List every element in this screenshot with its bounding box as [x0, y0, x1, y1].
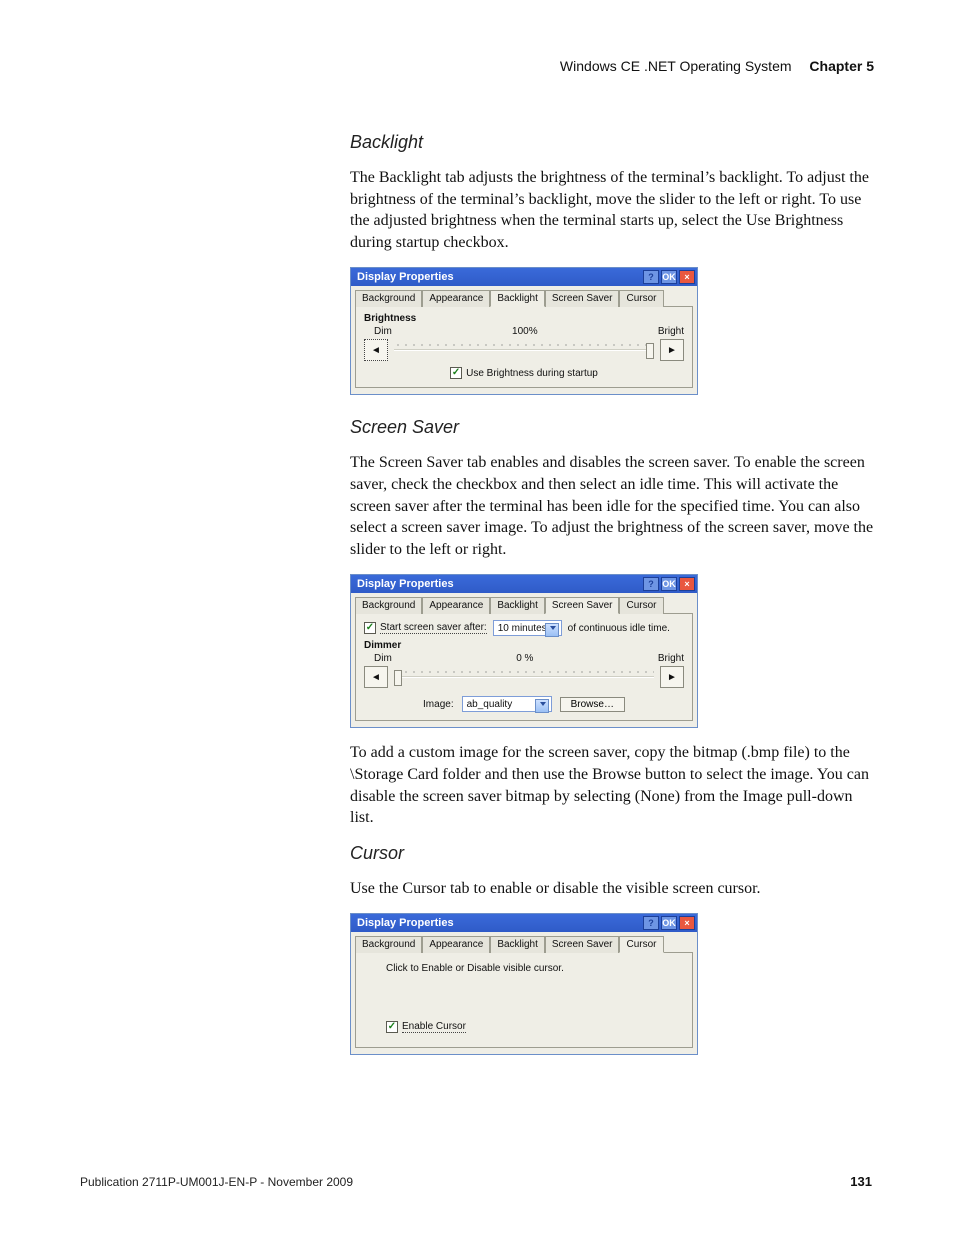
- bright-label: Bright: [658, 326, 684, 337]
- chevron-down-icon: [550, 626, 556, 630]
- screensaver-paragraph-2: To add a custom image for the screen sav…: [350, 742, 880, 828]
- backlight-paragraph: The Backlight tab adjusts the brightness…: [350, 167, 880, 253]
- image-select[interactable]: ab_quality: [462, 696, 552, 712]
- backlight-heading: Backlight: [350, 132, 880, 153]
- tab-appearance[interactable]: Appearance: [422, 290, 490, 307]
- ok-button[interactable]: OK: [661, 270, 677, 284]
- tab-backlight[interactable]: Backlight: [490, 290, 545, 307]
- idle-time-value: 10 minutes: [498, 623, 547, 634]
- help-button[interactable]: ?: [643, 270, 659, 284]
- ok-button[interactable]: OK: [661, 916, 677, 930]
- tab-background[interactable]: Background: [355, 290, 422, 307]
- image-label: Image:: [423, 699, 454, 710]
- image-value: ab_quality: [467, 699, 513, 710]
- tab-pane: Click to Enable or Disable visible curso…: [355, 952, 693, 1048]
- slider-thumb[interactable]: [394, 670, 402, 686]
- header-section: Windows CE .NET Operating System: [560, 58, 792, 74]
- browse-button[interactable]: Browse…: [560, 697, 625, 712]
- left-arrow-icon: ◄: [371, 345, 381, 356]
- brightness-group-label: Brightness: [364, 313, 684, 324]
- tab-strip: Background Appearance Backlight Screen S…: [351, 286, 697, 306]
- bright-arrow-button[interactable]: ►: [660, 666, 684, 688]
- percent-label: 0 %: [516, 653, 533, 664]
- close-button[interactable]: ×: [679, 577, 695, 591]
- close-button[interactable]: ×: [679, 916, 695, 930]
- header-chapter: Chapter 5: [809, 58, 874, 74]
- dialog-titlebar[interactable]: Display Properties ? OK ×: [351, 914, 697, 932]
- percent-label: 100%: [512, 326, 538, 337]
- close-button[interactable]: ×: [679, 270, 695, 284]
- screensaver-paragraph-1: The Screen Saver tab enables and disable…: [350, 452, 880, 560]
- cursor-heading: Cursor: [350, 843, 880, 864]
- tab-background[interactable]: Background: [355, 597, 422, 614]
- tab-cursor[interactable]: Cursor: [619, 597, 663, 614]
- tab-backlight[interactable]: Backlight: [490, 936, 545, 953]
- use-brightness-label: Use Brightness during startup: [466, 368, 598, 379]
- footer-page-number: 131: [850, 1174, 872, 1189]
- tab-pane: ✓ Start screen saver after: 10 minutes o…: [355, 613, 693, 721]
- page-header: Windows CE .NET Operating System Chapter…: [560, 58, 874, 74]
- dialog-titlebar[interactable]: Display Properties ? OK ×: [351, 575, 697, 593]
- dimmer-slider[interactable]: [394, 666, 654, 688]
- bright-label: Bright: [658, 653, 684, 664]
- checkbox-icon: ✓: [386, 1021, 398, 1033]
- bright-arrow-button[interactable]: ►: [660, 339, 684, 361]
- checkbox-icon: ✓: [450, 367, 462, 379]
- tab-pane: Brightness Dim 100% Bright ◄ ► ✓ Use Bri…: [355, 306, 693, 388]
- tab-cursor[interactable]: Cursor: [619, 290, 663, 307]
- checkbox-icon: ✓: [364, 622, 376, 634]
- ok-button[interactable]: OK: [661, 577, 677, 591]
- tab-strip: Background Appearance Backlight Screen S…: [351, 593, 697, 613]
- dialog-titlebar[interactable]: Display Properties ? OK ×: [351, 268, 697, 286]
- start-screensaver-checkbox[interactable]: ✓ Start screen saver after:: [364, 622, 487, 634]
- left-arrow-icon: ◄: [371, 672, 381, 683]
- right-arrow-icon: ►: [667, 345, 677, 356]
- cursor-dialog: Display Properties ? OK × Background App…: [350, 913, 698, 1055]
- brightness-slider[interactable]: [394, 339, 654, 361]
- backlight-dialog: Display Properties ? OK × Background App…: [350, 267, 698, 395]
- dialog-title: Display Properties: [353, 271, 454, 283]
- cursor-instruction: Click to Enable or Disable visible curso…: [386, 963, 684, 974]
- page-content: Backlight The Backlight tab adjusts the …: [350, 132, 880, 1065]
- dialog-title: Display Properties: [353, 917, 454, 929]
- dim-label: Dim: [374, 326, 392, 337]
- dialog-title: Display Properties: [353, 578, 454, 590]
- tab-appearance[interactable]: Appearance: [422, 597, 490, 614]
- tab-background[interactable]: Background: [355, 936, 422, 953]
- tab-screen-saver[interactable]: Screen Saver: [545, 597, 620, 614]
- dim-label: Dim: [374, 653, 392, 664]
- dimmer-group-label: Dimmer: [364, 640, 684, 651]
- slider-thumb[interactable]: [646, 343, 654, 359]
- enable-cursor-checkbox[interactable]: ✓ Enable Cursor: [386, 1021, 466, 1033]
- enable-cursor-label: Enable Cursor: [402, 1021, 466, 1033]
- idle-time-select[interactable]: 10 minutes: [493, 620, 562, 636]
- tab-appearance[interactable]: Appearance: [422, 936, 490, 953]
- dim-arrow-button[interactable]: ◄: [364, 339, 388, 361]
- idle-suffix-label: of continuous idle time.: [568, 623, 670, 634]
- cursor-paragraph: Use the Cursor tab to enable or disable …: [350, 878, 880, 900]
- tab-screen-saver[interactable]: Screen Saver: [545, 290, 620, 307]
- tab-screen-saver[interactable]: Screen Saver: [545, 936, 620, 953]
- footer-publication: Publication 2711P-UM001J-EN-P - November…: [80, 1175, 353, 1189]
- chevron-down-icon: [540, 702, 546, 706]
- start-screensaver-label: Start screen saver after:: [380, 622, 487, 634]
- help-button[interactable]: ?: [643, 577, 659, 591]
- use-brightness-checkbox[interactable]: ✓ Use Brightness during startup: [450, 367, 598, 379]
- tab-backlight[interactable]: Backlight: [490, 597, 545, 614]
- screensaver-heading: Screen Saver: [350, 417, 880, 438]
- screensaver-dialog: Display Properties ? OK × Background App…: [350, 574, 698, 728]
- help-button[interactable]: ?: [643, 916, 659, 930]
- tab-cursor[interactable]: Cursor: [619, 936, 663, 953]
- dim-arrow-button[interactable]: ◄: [364, 666, 388, 688]
- right-arrow-icon: ►: [667, 672, 677, 683]
- tab-strip: Background Appearance Backlight Screen S…: [351, 932, 697, 952]
